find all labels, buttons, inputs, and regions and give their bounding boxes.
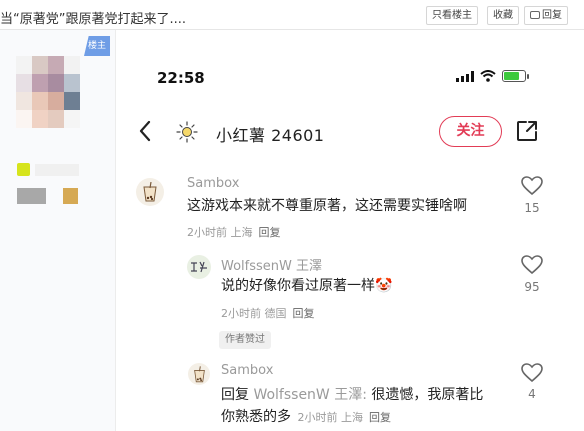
comment-text: 这游戏本来就不尊重原著，这还需要实锤啥啊 — [187, 198, 467, 214]
avatar[interactable] — [16, 56, 80, 128]
commenter-avatar[interactable] — [136, 178, 164, 206]
comment-nick[interactable]: Sambox — [187, 176, 239, 191]
user-tag — [17, 188, 46, 204]
comment-meta: 2小时前 德国 回复 — [221, 305, 315, 321]
battery-icon — [502, 70, 529, 82]
favorite-button[interactable]: 收藏 — [487, 6, 519, 25]
heart-icon[interactable] — [521, 176, 543, 196]
forum-post-page: 当“原著党”跟原著党打起来了.... 只看楼主 收藏 回复 楼主 22:58 小… — [0, 0, 584, 431]
comment-time-location: 2小时前 上海 — [297, 411, 363, 424]
thread-title: 当“原著党”跟原著党打起来了.... — [0, 12, 186, 27]
only-op-button[interactable]: 只看楼主 — [426, 6, 478, 25]
share-icon[interactable] — [515, 119, 539, 143]
heart-icon[interactable] — [521, 255, 543, 275]
comment-nick[interactable]: Sambox — [221, 363, 273, 378]
comment-reply-link[interactable]: 回复 — [259, 226, 281, 239]
heart-icon[interactable] — [521, 363, 543, 383]
comment-text: 说的好像你看过原著一样🤡 — [221, 278, 393, 294]
quoted-nick[interactable]: WolfssenW 王澤: — [253, 387, 367, 403]
like-count: 15 — [524, 201, 540, 215]
calligraphy-avatar-icon — [191, 261, 207, 273]
like-count: 95 — [524, 280, 540, 294]
commenter-avatar[interactable] — [188, 363, 210, 385]
signal-icon — [456, 70, 474, 82]
sun-icon[interactable] — [176, 121, 198, 143]
reply-button[interactable]: 回复 — [524, 6, 568, 25]
bubble-tea-icon — [143, 182, 157, 202]
comment-text-line1: 很遗憾，我原著比 — [366, 387, 484, 403]
follow-button[interactable]: 关注 — [439, 116, 502, 147]
comment-text-line2: 你熟悉的多 — [221, 409, 291, 425]
commenter-avatar[interactable] — [187, 255, 211, 279]
like-count: 4 — [528, 387, 536, 401]
comment-reply-link[interactable]: 回复 — [293, 307, 315, 320]
bubble-tea-icon — [193, 365, 205, 382]
embedded-phone-screenshot: 22:58 小红薯 24601 关注 Sambox 这游戏本来就不尊重原著，这还… — [115, 30, 584, 431]
status-icons — [456, 70, 529, 82]
reply-icon — [530, 11, 540, 19]
comment-text: 回复 WolfssenW 王澤: 很遗憾，我原著比 — [221, 384, 483, 406]
medal-icon — [63, 188, 78, 204]
status-time: 22:58 — [157, 69, 205, 87]
comment-reply-link[interactable]: 回复 — [369, 411, 391, 424]
thread-header: 当“原著党”跟原著党打起来了.... 只看楼主 收藏 回复 — [0, 0, 584, 30]
back-chevron-icon[interactable] — [138, 120, 152, 142]
level-icon — [17, 163, 30, 176]
level-bar — [35, 164, 79, 176]
comment-text-line2-row: 你熟悉的多 2小时前 上海 回复 — [221, 406, 391, 429]
reply-prefix: 回复 — [221, 387, 249, 403]
reply-button-label: 回复 — [542, 10, 562, 21]
wifi-icon — [480, 70, 496, 82]
comment-time-location: 2小时前 上海 — [187, 226, 253, 239]
comment-meta: 2小时前 上海 回复 — [187, 224, 281, 240]
user-panel: 楼主 — [0, 30, 115, 431]
profile-name[interactable]: 小红薯 24601 — [216, 122, 325, 146]
comment-nick[interactable]: WolfssenW 王澤 — [221, 255, 322, 274]
comment-time-location: 2小时前 德国 — [221, 307, 287, 320]
author-liked-tag: 作者赞过 — [219, 331, 271, 349]
op-badge: 楼主 — [84, 36, 110, 56]
